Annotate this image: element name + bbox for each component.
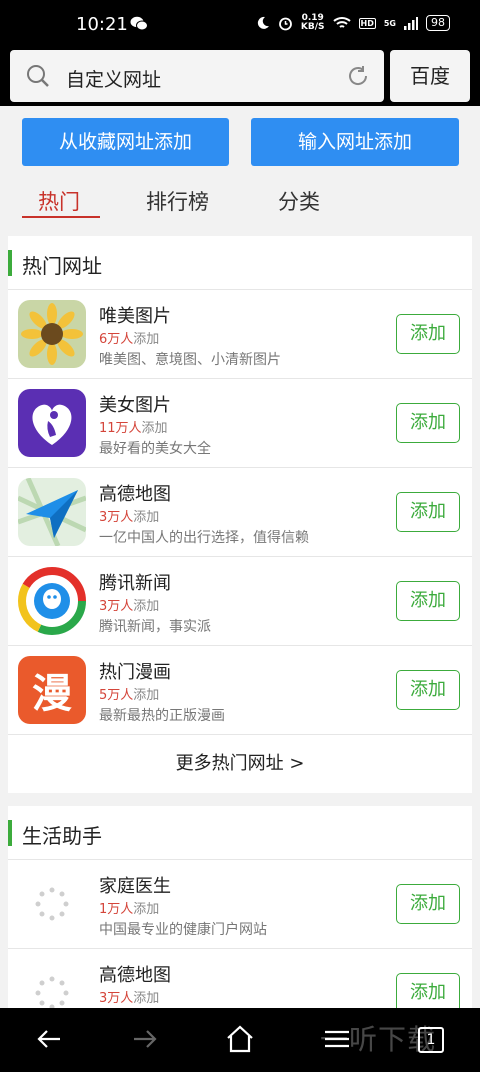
comic-icon-glyph: 漫 bbox=[32, 671, 72, 717]
amap-icon bbox=[18, 478, 86, 546]
loading-spinner-icon bbox=[18, 870, 86, 938]
add-button[interactable]: 添加 bbox=[396, 884, 460, 924]
url-input[interactable]: 自定义网址 bbox=[10, 50, 384, 102]
add-count: 3万人添加 bbox=[99, 595, 159, 614]
back-arrow-icon[interactable] bbox=[34, 1024, 64, 1054]
moon-icon bbox=[257, 16, 269, 29]
list-item[interactable]: 腾讯新闻 3万人添加 腾讯新闻，事实派 添加 bbox=[8, 557, 472, 646]
list-item[interactable]: 唯美图片 6万人添加 唯美图、意境图、小清新图片 添加 bbox=[8, 290, 472, 379]
site-name: 唯美图片 bbox=[99, 306, 171, 327]
site-name: 腾讯新闻 bbox=[99, 573, 171, 594]
search-icon bbox=[27, 65, 49, 87]
life-helper-card: 生活助手 家庭医生 1万人添加 中国最专业的健康门户网站 添加 高德地图 3万人… bbox=[8, 806, 472, 1008]
add-count: 3万人添加 bbox=[99, 506, 159, 525]
add-button[interactable]: 添加 bbox=[396, 492, 460, 532]
network-speed: 0.19 KB/S bbox=[301, 14, 325, 32]
add-button[interactable]: 添加 bbox=[396, 314, 460, 354]
speed-unit: KB/S bbox=[300, 22, 325, 32]
beauty-photo-icon bbox=[18, 389, 86, 457]
add-count-suffix: 添加 bbox=[133, 510, 160, 525]
section-title: 生活助手 bbox=[22, 824, 102, 848]
site-name: 高德地图 bbox=[99, 484, 171, 505]
site-name: 家庭医生 bbox=[99, 876, 171, 897]
add-count-value: 11万人 bbox=[99, 421, 142, 436]
bottom-navigation: 1 一听下载 bbox=[0, 1008, 480, 1072]
tab-category[interactable]: 分类 bbox=[278, 186, 320, 216]
status-time: 10:21 bbox=[76, 14, 128, 35]
sunflower-icon bbox=[18, 300, 86, 368]
search-header: 自定义网址 百度 bbox=[0, 46, 480, 106]
forward-arrow-icon[interactable] bbox=[130, 1024, 160, 1054]
add-button[interactable]: 添加 bbox=[396, 973, 460, 1008]
watermark-logo: 一听下载 bbox=[320, 1023, 437, 1056]
active-tab-underline bbox=[22, 216, 100, 218]
url-input-text: 自定义网址 bbox=[66, 69, 162, 91]
more-hot-sites-link[interactable]: 更多热门网址 > bbox=[8, 735, 472, 793]
list-item[interactable]: 高德地图 3万人添加 添加 bbox=[8, 949, 472, 1008]
add-button[interactable]: 添加 bbox=[396, 670, 460, 710]
add-count-suffix: 添加 bbox=[133, 688, 160, 703]
add-count: 5万人添加 bbox=[99, 684, 159, 703]
list-item[interactable]: 家庭医生 1万人添加 中国最专业的健康门户网站 添加 bbox=[8, 860, 472, 949]
site-description: 最新最热的正版漫画 bbox=[99, 708, 225, 724]
home-icon[interactable] bbox=[225, 1024, 255, 1054]
add-count-value: 3万人 bbox=[99, 599, 134, 614]
status-icons: 0.19 KB/S HD 5G 98 bbox=[256, 14, 450, 32]
section-header: 热门网址 bbox=[8, 236, 472, 290]
tencent-news-icon bbox=[18, 567, 86, 635]
add-count-value: 6万人 bbox=[99, 332, 134, 347]
battery-indicator: 98 bbox=[426, 15, 450, 31]
top-area: 从收藏网址添加 输入网址添加 热门 排行榜 分类 bbox=[0, 106, 480, 232]
comic-icon: 漫 bbox=[18, 656, 86, 724]
site-description: 一亿中国人的出行选择，值得信赖 bbox=[99, 530, 309, 546]
list-item[interactable]: 漫 热门漫画 5万人添加 最新最热的正版漫画 添加 bbox=[8, 646, 472, 735]
tab-hot[interactable]: 热门 bbox=[38, 186, 80, 216]
hd-badge: HD bbox=[358, 17, 376, 29]
add-count-suffix: 添加 bbox=[133, 332, 160, 347]
add-button[interactable]: 添加 bbox=[396, 403, 460, 443]
add-count-value: 1万人 bbox=[99, 902, 134, 917]
add-from-favorites-button[interactable]: 从收藏网址添加 bbox=[22, 118, 229, 166]
site-description: 唯美图、意境图、小清新图片 bbox=[99, 352, 281, 368]
section-marker bbox=[8, 250, 12, 276]
list-item[interactable]: 美女图片 11万人添加 最好看的美女大全 添加 bbox=[8, 379, 472, 468]
status-bar: 10:21 0.19 KB/S HD 5G 98 bbox=[0, 0, 480, 46]
section-header: 生活助手 bbox=[8, 806, 472, 860]
hot-sites-card: 热门网址 唯美图片 6万人添加 唯美图、意境图、小清新图片 添加 美女图片 11… bbox=[8, 236, 472, 793]
add-count-suffix: 添加 bbox=[133, 991, 160, 1006]
add-count: 1万人添加 bbox=[99, 898, 159, 917]
site-name: 热门漫画 bbox=[99, 662, 171, 683]
add-count-suffix: 添加 bbox=[133, 599, 160, 614]
site-description: 腾讯新闻，事实派 bbox=[99, 619, 211, 635]
add-count-suffix: 添加 bbox=[141, 421, 168, 436]
site-name: 高德地图 bbox=[99, 965, 171, 986]
section-marker bbox=[8, 820, 12, 846]
list-item[interactable]: 高德地图 3万人添加 一亿中国人的出行选择，值得信赖 添加 bbox=[8, 468, 472, 557]
section-title: 热门网址 bbox=[22, 254, 102, 278]
search-engine-button[interactable]: 百度 bbox=[390, 50, 470, 102]
wechat-icon bbox=[130, 16, 148, 31]
add-count-value: 3万人 bbox=[99, 510, 134, 525]
alarm-icon bbox=[279, 17, 292, 30]
add-button[interactable]: 添加 bbox=[396, 581, 460, 621]
signal-icon bbox=[404, 16, 418, 30]
loading-spinner-icon bbox=[18, 959, 86, 1008]
add-by-url-button[interactable]: 输入网址添加 bbox=[251, 118, 459, 166]
tab-ranking[interactable]: 排行榜 bbox=[146, 186, 209, 216]
site-name: 美女图片 bbox=[99, 395, 171, 416]
add-count: 6万人添加 bbox=[99, 328, 159, 347]
refresh-icon[interactable] bbox=[346, 64, 370, 88]
site-description: 最好看的美女大全 bbox=[99, 441, 211, 457]
add-count-suffix: 添加 bbox=[133, 902, 160, 917]
add-count: 11万人添加 bbox=[99, 417, 168, 436]
site-description: 中国最专业的健康门户网站 bbox=[99, 922, 267, 938]
add-count-value: 3万人 bbox=[99, 991, 134, 1006]
network-type: 5G bbox=[383, 18, 396, 28]
add-count-value: 5万人 bbox=[99, 688, 134, 703]
wifi-icon bbox=[332, 17, 351, 28]
add-count: 3万人添加 bbox=[99, 987, 159, 1006]
